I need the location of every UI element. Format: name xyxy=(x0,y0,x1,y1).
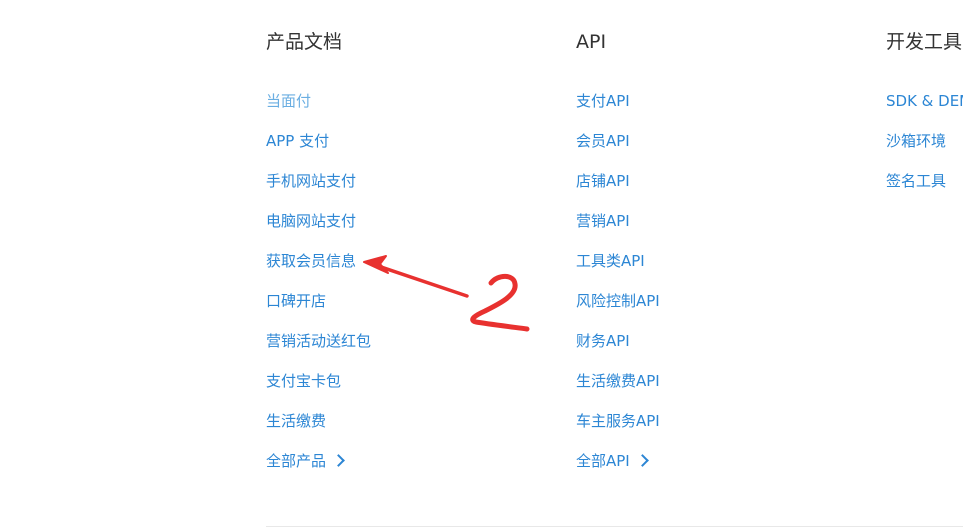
arrow-shaft xyxy=(370,262,469,298)
list-item: 电脑网站支付 xyxy=(266,210,371,250)
link-get-member-info[interactable]: 获取会员信息 xyxy=(266,252,356,270)
list-item: 营销活动送红包 xyxy=(266,330,371,370)
list-item: 支付宝卡包 xyxy=(266,370,371,410)
api-column-title: API xyxy=(576,31,607,53)
all-products-label: 全部产品 xyxy=(266,452,327,470)
list-item: 沙箱环境 xyxy=(886,130,963,170)
list-item: 生活缴费API xyxy=(576,370,660,410)
link-member-api[interactable]: 会员API xyxy=(576,132,630,150)
link-payment-api[interactable]: 支付API xyxy=(576,92,630,110)
link-mobile-web-pay[interactable]: 手机网站支付 xyxy=(266,172,356,190)
red-arrow-annotation xyxy=(363,255,530,332)
products-link-list: 当面付 APP 支付 手机网站支付 电脑网站支付 获取会员信息 口碑开店 营销活… xyxy=(266,90,371,490)
all-api-label: 全部API xyxy=(576,452,630,470)
link-finance-api[interactable]: 财务API xyxy=(576,332,630,350)
list-item: 会员API xyxy=(576,130,660,170)
chevron-right-icon xyxy=(635,454,649,467)
link-marketing-red-packet[interactable]: 营销活动送红包 xyxy=(266,332,371,350)
tools-link-list: SDK & DEMO 沙箱环境 签名工具 xyxy=(886,90,963,210)
link-alipay-card-pass[interactable]: 支付宝卡包 xyxy=(266,372,341,390)
handwritten-digit-two xyxy=(470,273,530,332)
list-item: 手机网站支付 xyxy=(266,170,371,210)
list-item: 车主服务API xyxy=(576,410,660,450)
link-utility-payment-api[interactable]: 生活缴费API xyxy=(576,372,660,390)
chevron-right-icon xyxy=(332,454,345,467)
list-item: 全部产品 xyxy=(266,450,371,490)
list-item: 支付API xyxy=(576,90,660,130)
link-signature-tool[interactable]: 签名工具 xyxy=(886,172,946,190)
link-car-owner-api[interactable]: 车主服务API xyxy=(576,412,660,430)
link-tools-api[interactable]: 工具类API xyxy=(576,252,645,270)
list-item: 当面付 xyxy=(266,90,371,130)
list-item: 获取会员信息 xyxy=(266,250,371,290)
list-item: 签名工具 xyxy=(886,170,963,210)
footer-divider xyxy=(266,526,963,527)
list-item: 生活缴费 xyxy=(266,410,371,450)
all-api-link[interactable]: 全部API xyxy=(576,452,649,470)
link-koubei-store[interactable]: 口碑开店 xyxy=(266,292,326,310)
list-item: 风险控制API xyxy=(576,290,660,330)
list-item: 全部API xyxy=(576,450,660,490)
list-item: 财务API xyxy=(576,330,660,370)
list-item: 口碑开店 xyxy=(266,290,371,330)
list-item: 工具类API xyxy=(576,250,660,290)
all-products-link[interactable]: 全部产品 xyxy=(266,452,345,470)
tools-column-title: 开发工具 xyxy=(886,31,963,53)
list-item: APP 支付 xyxy=(266,130,371,170)
link-face-to-face-pay[interactable]: 当面付 xyxy=(266,92,311,110)
api-link-list: 支付API 会员API 店铺API 营销API 工具类API 风险控制API 财… xyxy=(576,90,660,490)
link-pc-web-pay[interactable]: 电脑网站支付 xyxy=(266,212,356,230)
link-sdk-demo[interactable]: SDK & DEMO xyxy=(886,92,963,110)
link-utility-payment[interactable]: 生活缴费 xyxy=(266,412,326,430)
products-column-title: 产品文档 xyxy=(266,31,343,53)
link-marketing-api[interactable]: 营销API xyxy=(576,212,630,230)
link-app-pay[interactable]: APP 支付 xyxy=(266,132,329,150)
link-sandbox[interactable]: 沙箱环境 xyxy=(886,132,946,150)
list-item: 营销API xyxy=(576,210,660,250)
link-store-api[interactable]: 店铺API xyxy=(576,172,630,190)
list-item: 店铺API xyxy=(576,170,660,210)
annotation-arrow-icon xyxy=(363,255,469,298)
list-item: SDK & DEMO xyxy=(886,90,963,130)
link-risk-control-api[interactable]: 风险控制API xyxy=(576,292,660,310)
